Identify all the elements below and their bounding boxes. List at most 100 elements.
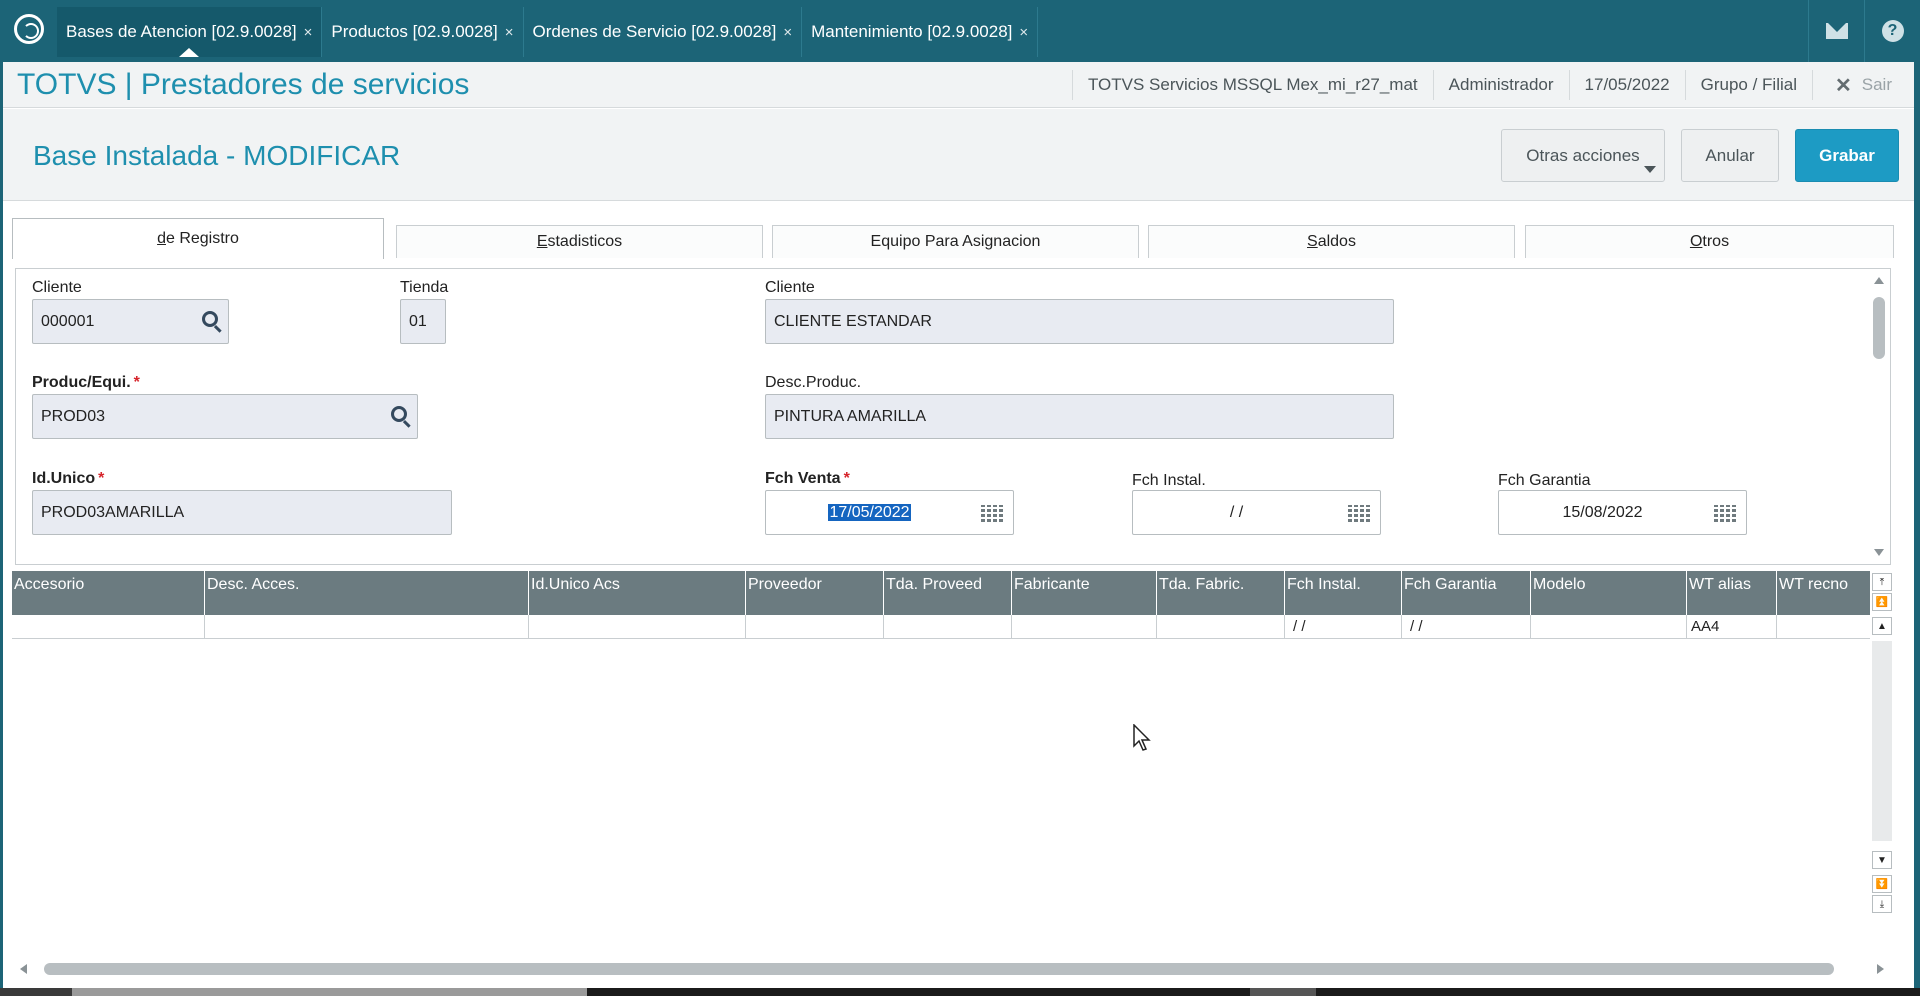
- tab-mantenimiento[interactable]: Mantenimiento [02.9.0028] ×: [802, 7, 1039, 57]
- col-proveedor[interactable]: Proveedor: [746, 571, 884, 615]
- close-icon[interactable]: ×: [505, 24, 514, 41]
- fch-venta-value: 17/05/2022: [828, 503, 911, 521]
- table-row[interactable]: / / / / AA4: [12, 615, 1870, 639]
- produc-label: Produc/Equi. *: [32, 374, 140, 391]
- tab-saldos[interactable]: Saldos: [1148, 225, 1515, 258]
- tab-equipo-para-asignacion[interactable]: Equipo Para Asignacion: [772, 225, 1139, 258]
- other-actions-button[interactable]: Otras acciones: [1501, 129, 1665, 182]
- cancel-button[interactable]: Anular: [1681, 129, 1779, 182]
- exit-label: Sair: [1861, 75, 1892, 94]
- desc-produc-field[interactable]: PINTURA AMARILLA: [765, 394, 1394, 439]
- col-wt-recno[interactable]: WT recno: [1777, 571, 1870, 615]
- cell-wt-recno[interactable]: [1777, 615, 1870, 639]
- tienda-field[interactable]: 01: [400, 299, 446, 344]
- form-vertical-scrollbar[interactable]: [1870, 271, 1888, 562]
- cell-fch-instal[interactable]: / /: [1285, 615, 1402, 639]
- cell-fabricante[interactable]: [1012, 615, 1157, 639]
- scroll-down-icon[interactable]: [1874, 549, 1884, 556]
- col-id-unico-acs[interactable]: Id.Unico Acs: [529, 571, 746, 615]
- date-info[interactable]: 17/05/2022: [1568, 70, 1685, 100]
- fch-instal-field[interactable]: / /: [1132, 490, 1381, 535]
- col-fch-instal[interactable]: Fch Instal.: [1285, 571, 1402, 615]
- col-tda-proveed[interactable]: Tda. Proveed: [884, 571, 1012, 615]
- first-record-icon[interactable]: ⤒: [1872, 573, 1892, 591]
- cell-proveedor[interactable]: [746, 615, 884, 639]
- col-fch-garantia[interactable]: Fch Garantia: [1402, 571, 1531, 615]
- col-accesorio[interactable]: Accesorio: [12, 571, 205, 615]
- scroll-thumb[interactable]: [1873, 297, 1885, 359]
- cell-id-unico-acs[interactable]: [529, 615, 746, 639]
- group-info[interactable]: Grupo / Filial: [1684, 70, 1812, 100]
- produc-value: PROD03: [41, 407, 106, 425]
- desc-produc-value: PINTURA AMARILLA: [774, 407, 927, 425]
- registro-form: Cliente 000001 Tienda 01 Cliente CLIENTE…: [15, 268, 1891, 565]
- idunico-field[interactable]: PROD03AMARILLA: [32, 490, 452, 535]
- taskbar-strip: [0, 988, 1920, 996]
- cell-wt-alias[interactable]: AA4: [1687, 615, 1777, 639]
- tab-bases-de-atencion[interactable]: Bases de Atencion [02.9.0028] ×: [57, 7, 323, 57]
- col-modelo[interactable]: Modelo: [1531, 571, 1687, 615]
- close-icon[interactable]: ×: [783, 24, 792, 41]
- search-icon[interactable]: [391, 406, 407, 422]
- idunico-label: Id.Unico *: [32, 470, 105, 487]
- page-up-icon[interactable]: ⏫: [1872, 593, 1892, 611]
- save-button[interactable]: Grabar: [1795, 129, 1899, 182]
- cell-modelo[interactable]: [1531, 615, 1687, 639]
- cell-fch-garantia[interactable]: / /: [1402, 615, 1531, 639]
- fch-garantia-field[interactable]: 15/08/2022: [1498, 490, 1747, 535]
- cell-tda-fabric[interactable]: [1157, 615, 1285, 639]
- grid-scroll-track[interactable]: [1872, 641, 1892, 841]
- cliente-name-field[interactable]: CLIENTE ESTANDAR: [765, 299, 1394, 344]
- col-fabricante[interactable]: Fabricante: [1012, 571, 1157, 615]
- tab-label: Mantenimiento [02.9.0028]: [811, 22, 1013, 41]
- tab-label: Equipo Para Asignacion: [870, 233, 1041, 250]
- scroll-up-icon[interactable]: [1874, 277, 1884, 284]
- fch-instal-label: Fch Instal.: [1132, 472, 1206, 489]
- environment-info[interactable]: TOTVS Servicios MSSQL Mex_mi_r27_mat: [1071, 70, 1433, 100]
- close-icon[interactable]: ×: [304, 24, 313, 41]
- last-record-icon[interactable]: ⤓: [1872, 895, 1892, 913]
- scroll-thumb[interactable]: [44, 963, 1834, 975]
- page-down-icon[interactable]: ⏬: [1872, 875, 1892, 893]
- col-wt-alias[interactable]: WT alias: [1687, 571, 1777, 615]
- cliente-value: 000001: [41, 312, 95, 330]
- cell-accesorio[interactable]: [12, 615, 205, 639]
- scroll-left-icon[interactable]: [20, 964, 27, 974]
- close-icon: ✕: [1835, 74, 1852, 97]
- tab-otros[interactable]: Otros: [1525, 225, 1894, 258]
- tienda-value: 01: [409, 312, 427, 330]
- close-icon[interactable]: ×: [1019, 24, 1028, 41]
- scroll-up-icon[interactable]: ▲: [1872, 617, 1892, 635]
- module-tabs: Bases de Atencion [02.9.0028] × Producto…: [57, 7, 1039, 57]
- grid-horizontal-scrollbar[interactable]: [12, 958, 1894, 980]
- search-icon[interactable]: [202, 311, 218, 327]
- app-window: Bases de Atencion [02.9.0028] × Producto…: [0, 0, 1920, 996]
- tab-estadisticos[interactable]: Estadisticos: [396, 225, 763, 258]
- calendar-icon[interactable]: [981, 505, 1005, 522]
- produc-field[interactable]: PROD03: [32, 394, 418, 439]
- exit-button[interactable]: ✕ Sair: [1812, 70, 1914, 100]
- tab-ordenes-de-servicio[interactable]: Ordenes de Servicio [02.9.0028] ×: [524, 7, 803, 57]
- help-button[interactable]: ?: [1864, 0, 1920, 62]
- user-info[interactable]: Administrador: [1432, 70, 1569, 100]
- tab-label: Otros: [1689, 233, 1730, 250]
- calendar-icon[interactable]: [1348, 505, 1372, 522]
- app-title: TOTVS | Prestadores de servicios: [17, 68, 470, 101]
- cliente-field[interactable]: 000001: [32, 299, 229, 344]
- mail-button[interactable]: [1808, 0, 1864, 62]
- calendar-icon[interactable]: [1714, 505, 1738, 522]
- top-tab-bar: Bases de Atencion [02.9.0028] × Producto…: [0, 0, 1920, 62]
- tab-productos[interactable]: Productos [02.9.0028] ×: [322, 7, 524, 57]
- fch-venta-field[interactable]: 17/05/2022: [765, 490, 1014, 535]
- scroll-down-icon[interactable]: ▼: [1872, 851, 1892, 869]
- taskbar-segment: [0, 988, 72, 996]
- scroll-right-icon[interactable]: [1877, 964, 1884, 974]
- tab-de-registro[interactable]: de Registro: [12, 218, 384, 259]
- fch-venta-label: Fch Venta *: [765, 470, 850, 487]
- taskbar-segment: [1250, 988, 1316, 996]
- cell-desc-acces[interactable]: [205, 615, 529, 639]
- col-tda-fabric[interactable]: Tda. Fabric.: [1157, 571, 1285, 615]
- col-desc-acces[interactable]: Desc. Acces.: [205, 571, 529, 615]
- totvs-logo-icon[interactable]: [14, 14, 44, 44]
- cell-tda-proveed[interactable]: [884, 615, 1012, 639]
